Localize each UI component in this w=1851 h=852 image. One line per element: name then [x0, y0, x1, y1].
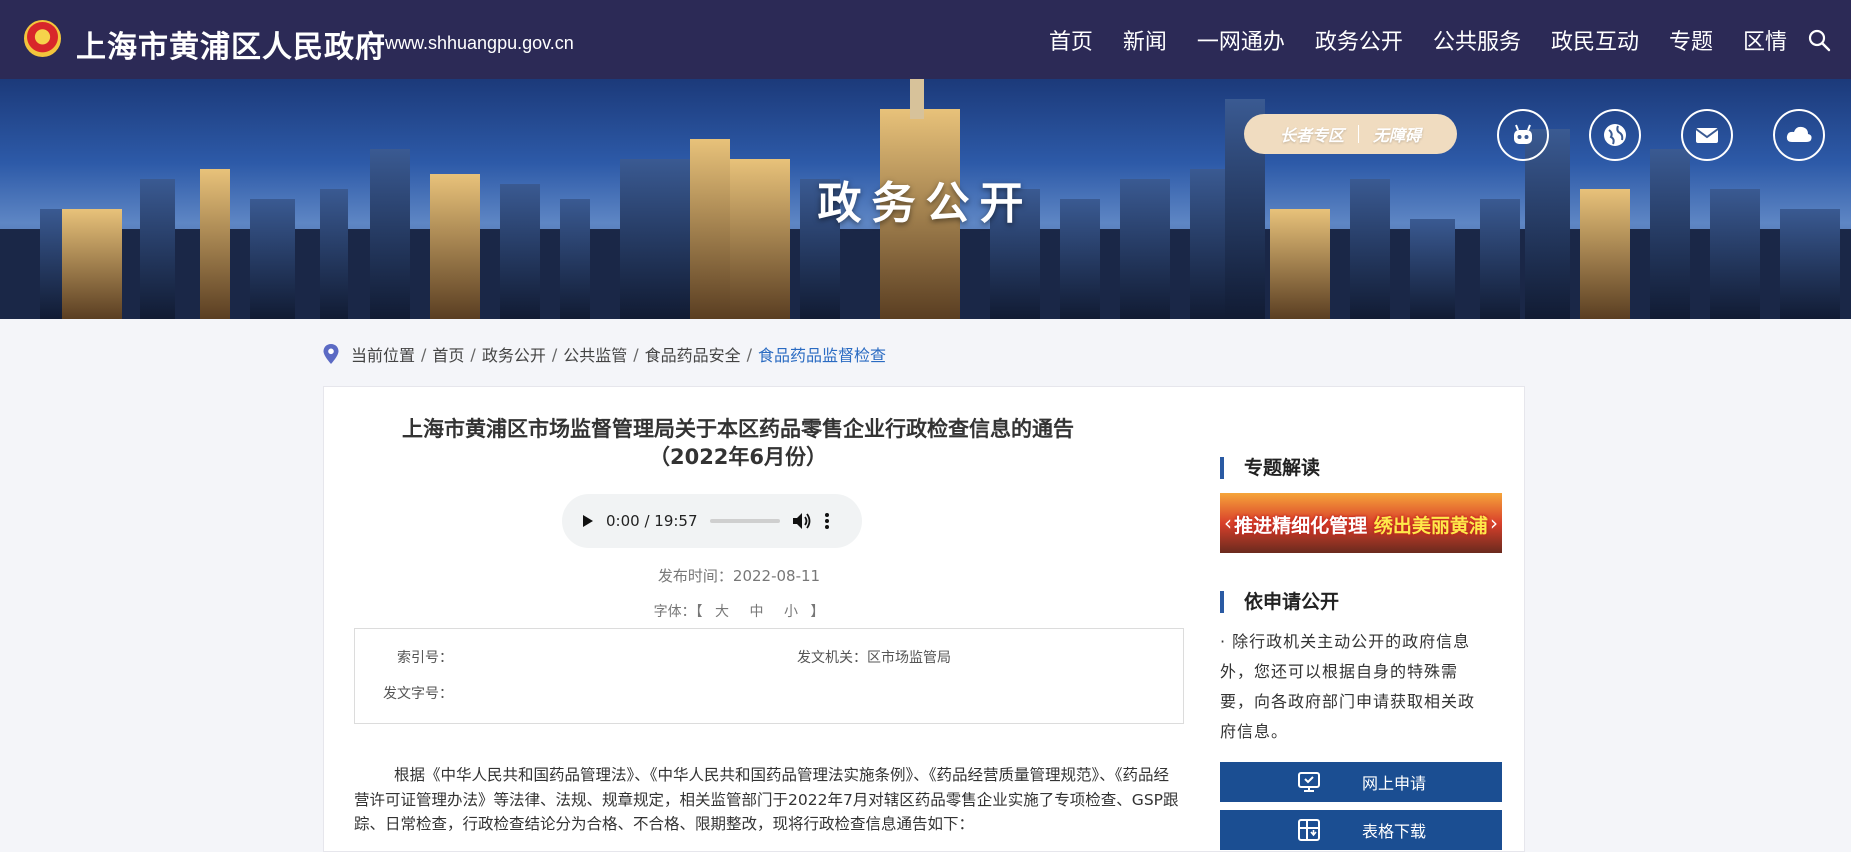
promo-text-right: 绣出美丽黄浦: [1373, 515, 1488, 537]
pill-divider: [1358, 125, 1359, 143]
nav-item-interaction[interactable]: 政民互动: [1551, 24, 1639, 56]
topic-promo-banner[interactable]: 推进精细化管理 绣出美丽黄浦 ‹ ›: [1220, 493, 1502, 553]
issuing-authority: 发文机关：区市场监管局: [797, 650, 951, 666]
more-options-icon[interactable]: [824, 512, 830, 530]
cloud-icon: [1786, 126, 1812, 142]
nav-item-district-info[interactable]: 区情: [1743, 24, 1787, 56]
national-emblem-icon: [24, 20, 61, 57]
banner: 政务公开 长者专区 无障碍: [0, 79, 1851, 319]
font-size-label: 字体：【: [653, 604, 703, 620]
accessibility-link[interactable]: 无障碍: [1373, 122, 1421, 146]
site-title[interactable]: 上海市黄浦区人民政府: [76, 22, 386, 66]
font-size-small[interactable]: 小: [784, 604, 798, 620]
online-apply-button[interactable]: 网上申请: [1220, 762, 1502, 802]
breadcrumb-home[interactable]: 首页: [432, 342, 464, 366]
promo-text: 推进精细化管理 绣出美丽黄浦: [1220, 511, 1502, 538]
audio-progress-slider[interactable]: [709, 519, 780, 523]
document-info-box: 索引号： 发文机关：区市场监管局 发文字号：: [354, 628, 1184, 724]
document-number-label: 发文字号：: [383, 686, 453, 702]
breadcrumb-prefix: 当前位置: [351, 346, 416, 365]
nav-item-home[interactable]: 首页: [1049, 24, 1093, 56]
breadcrumb-food-drug-safety[interactable]: 食品药品安全: [645, 342, 741, 366]
accessibility-pill: 长者专区 无障碍: [1244, 114, 1457, 154]
nav-item-topics[interactable]: 专题: [1669, 24, 1713, 56]
font-size-large[interactable]: 大: [715, 604, 729, 620]
volume-icon[interactable]: [792, 512, 812, 530]
banner-title: 政务公开: [817, 178, 1034, 229]
breadcrumb-separator: /: [421, 344, 427, 364]
globe-button[interactable]: [1589, 109, 1641, 161]
promo-prev-arrow-icon[interactable]: ‹: [1224, 511, 1232, 535]
form-download-icon: [1297, 819, 1320, 841]
robot-assistant-button[interactable]: [1497, 109, 1549, 161]
breadcrumb-gov-affairs[interactable]: 政务公开: [482, 342, 546, 366]
breadcrumb-separator: /: [746, 344, 753, 364]
globe-icon: [1604, 124, 1626, 146]
form-download-button[interactable]: 表格下载: [1220, 810, 1502, 850]
breadcrumb-public-supervision[interactable]: 公共监管: [563, 342, 627, 366]
form-download-label: 表格下载: [1361, 822, 1426, 841]
location-pin-icon: [323, 344, 339, 364]
mail-icon: [1695, 128, 1719, 143]
breadcrumb: 当前位置 / 首页 / 政务公开 / 公共监管 / 食品药品安全 / 食品药品监…: [323, 342, 886, 366]
breadcrumb-separator: /: [551, 344, 558, 364]
promo-text-left: 推进精细化管理: [1234, 515, 1368, 537]
font-size-selector: 字体：【 大 中 小 】: [324, 601, 1154, 621]
breadcrumb-separator: /: [470, 344, 476, 364]
cloud-button[interactable]: [1773, 109, 1825, 161]
site-header: 上海市黄浦区人民政府 www.shhuangpu.gov.cn 首页 新闻 一网…: [0, 0, 1851, 79]
publish-date: 发布时间：2022-08-11: [657, 567, 821, 585]
breadcrumb-current[interactable]: 食品药品监督检查: [758, 342, 886, 366]
robot-icon: [1514, 124, 1532, 144]
elder-zone-link[interactable]: 长者专区: [1280, 122, 1344, 146]
article-title: 上海市黄浦区市场监督管理局关于本区药品零售企业行政检查信息的通告（2022年6月…: [402, 417, 1074, 469]
search-icon[interactable]: [1807, 28, 1831, 52]
index-number-label: 索引号：: [397, 650, 453, 666]
nav-item-public-service[interactable]: 公共服务: [1433, 24, 1521, 56]
article-body: 根据《中华人民共和国药品管理法》、《中华人民共和国药品管理法实施条例》、《药品经…: [354, 766, 1179, 833]
article-card: 上海市黄浦区市场监督管理局关于本区药品零售企业行政检查信息的通告（2022年6月…: [323, 386, 1525, 852]
apply-disclosure-description: · 除行政机关主动公开的政府信息外，您还可以根据自身的特殊需要，向各政府部门申请…: [1220, 632, 1476, 741]
nav-item-gov-affairs[interactable]: 政务公开: [1315, 24, 1403, 56]
font-size-medium[interactable]: 中: [750, 604, 764, 620]
font-size-bracket: 】: [810, 604, 825, 620]
online-apply-label: 网上申请: [1361, 774, 1426, 793]
nav-item-news[interactable]: 新闻: [1123, 24, 1167, 56]
main-nav: 首页 新闻 一网通办 政务公开 公共服务 政民互动 专题 区情: [1049, 0, 1787, 79]
apply-disclosure-heading: 依申请公开: [1220, 591, 1339, 613]
mail-button[interactable]: [1681, 109, 1733, 161]
topic-interpretation-heading: 专题解读: [1220, 457, 1320, 479]
play-icon[interactable]: [580, 514, 594, 528]
audio-time: 0:00 / 19:57: [606, 512, 698, 530]
breadcrumb-separator: /: [633, 344, 639, 364]
site-url: www.shhuangpu.gov.cn: [385, 33, 574, 53]
nav-item-one-stop[interactable]: 一网通办: [1197, 24, 1285, 56]
audio-player: 0:00 / 19:57: [562, 494, 862, 548]
promo-next-arrow-icon[interactable]: ›: [1490, 511, 1498, 535]
monitor-icon: [1297, 772, 1320, 792]
